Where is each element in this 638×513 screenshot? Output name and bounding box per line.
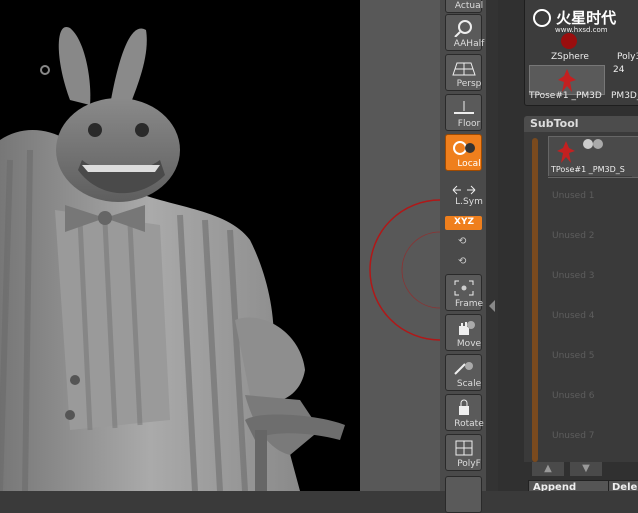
transpose-gizmo-icon[interactable] bbox=[360, 0, 445, 491]
aahalf-button[interactable]: AAHalf bbox=[445, 14, 484, 51]
watermark-url: www.hxsd.com bbox=[555, 26, 608, 34]
append-button[interactable]: Append bbox=[528, 480, 610, 491]
magnifier-icon bbox=[453, 20, 472, 37]
viewport-canvas[interactable] bbox=[0, 0, 360, 491]
subtool-slot[interactable]: Unused 7 bbox=[542, 416, 632, 453]
slot-label: Unused 1 bbox=[552, 191, 595, 201]
subtool-slot[interactable]: Unused 2 bbox=[542, 216, 632, 253]
subtool-slot[interactable]: Unused 5 bbox=[542, 336, 632, 373]
transp-button[interactable] bbox=[445, 476, 482, 513]
subtool-active-label: TPose#1 _PM3D_S bbox=[551, 165, 625, 174]
tpose-label: TPose#1 _PM3D bbox=[529, 91, 602, 101]
tray-scrollbar[interactable] bbox=[486, 0, 498, 491]
pm3d-label: PM3D_ bbox=[611, 91, 638, 101]
subtool-header[interactable]: SubTool bbox=[524, 116, 638, 132]
subtool-active-item[interactable]: TPose#1 _PM3D_S bbox=[548, 136, 638, 178]
subtool-slot[interactable]: Unused 3 bbox=[542, 256, 632, 293]
rotate-button[interactable]: Rotate bbox=[445, 394, 484, 431]
frame-corners-icon bbox=[454, 280, 473, 296]
subtool-slot[interactable]: Unused 6 bbox=[542, 376, 632, 413]
visibility-toggle-icon[interactable] bbox=[583, 139, 593, 149]
scale-icon bbox=[453, 362, 473, 375]
right-shelf-toolbar: Actual AAHalf Persp Floor Local L.Sym XY… bbox=[440, 0, 486, 513]
lsym-button[interactable]: L.Sym bbox=[445, 176, 483, 213]
actual-button[interactable]: Actual bbox=[445, 0, 483, 13]
subtool-slot[interactable]: Unused 4 bbox=[542, 296, 632, 333]
scale-button[interactable]: Scale bbox=[445, 354, 482, 391]
slot-label: Unused 2 bbox=[552, 231, 595, 241]
rotate-lock-icon bbox=[458, 399, 469, 415]
canvas-backdrop bbox=[360, 0, 445, 491]
floor-grid-icon bbox=[453, 101, 474, 114]
polyf-button[interactable]: PolyF bbox=[445, 434, 482, 471]
subtool-scrollbar[interactable] bbox=[532, 138, 538, 462]
xyz-button[interactable]: XYZ bbox=[445, 216, 482, 230]
perspective-grid-icon bbox=[451, 62, 476, 76]
slot-label: Unused 5 bbox=[552, 351, 595, 361]
tool-palette: 火星时代 www.hxsd.com ZSphere Poly3 24 TPose… bbox=[524, 0, 638, 106]
zsphere-label: ZSphere bbox=[551, 52, 589, 62]
count-label: 24 bbox=[613, 65, 625, 75]
move-down-button[interactable]: ▼ bbox=[570, 462, 602, 476]
logo-circle-icon bbox=[533, 8, 551, 27]
subtool-slot[interactable]: Unused 1 bbox=[542, 176, 632, 213]
hand-move-icon bbox=[458, 321, 475, 335]
floor-button[interactable]: Floor bbox=[445, 94, 482, 131]
polyframe-grid-icon bbox=[455, 440, 472, 456]
polypaint-toggle-icon[interactable] bbox=[593, 139, 603, 149]
figure-thumb-icon bbox=[558, 69, 576, 92]
zsphere-thumb-icon[interactable] bbox=[561, 33, 577, 49]
collapse-arrow-icon[interactable] bbox=[489, 300, 495, 312]
local-symmetry-icon bbox=[452, 141, 475, 155]
move-button[interactable]: Move bbox=[445, 314, 482, 351]
persp-button[interactable]: Persp bbox=[445, 54, 482, 91]
frame-button[interactable]: Frame bbox=[445, 274, 483, 311]
delete-button[interactable]: Dele bbox=[608, 480, 638, 491]
rotate-z-icon[interactable]: ⟲ bbox=[458, 236, 466, 247]
slot-label: Unused 7 bbox=[552, 431, 595, 441]
figure-thumb-icon bbox=[557, 141, 575, 163]
watermark-logo: 火星时代 www.hxsd.com bbox=[533, 7, 616, 34]
slot-label: Unused 4 bbox=[552, 311, 595, 321]
watermark-title: 火星时代 bbox=[556, 9, 617, 27]
slot-label: Unused 3 bbox=[552, 271, 595, 281]
local-button[interactable]: Local bbox=[445, 134, 482, 171]
poly-label: Poly3 bbox=[617, 52, 638, 62]
move-up-button[interactable]: ▲ bbox=[532, 462, 564, 476]
slot-label: Unused 6 bbox=[552, 391, 595, 401]
rabbit-sculpt-model bbox=[0, 26, 345, 491]
xyz-label: XYZ bbox=[454, 217, 474, 227]
tool-tray: 火星时代 www.hxsd.com ZSphere Poly3 24 TPose… bbox=[498, 0, 638, 491]
rotate-y-icon[interactable]: ⟲ bbox=[458, 256, 466, 267]
